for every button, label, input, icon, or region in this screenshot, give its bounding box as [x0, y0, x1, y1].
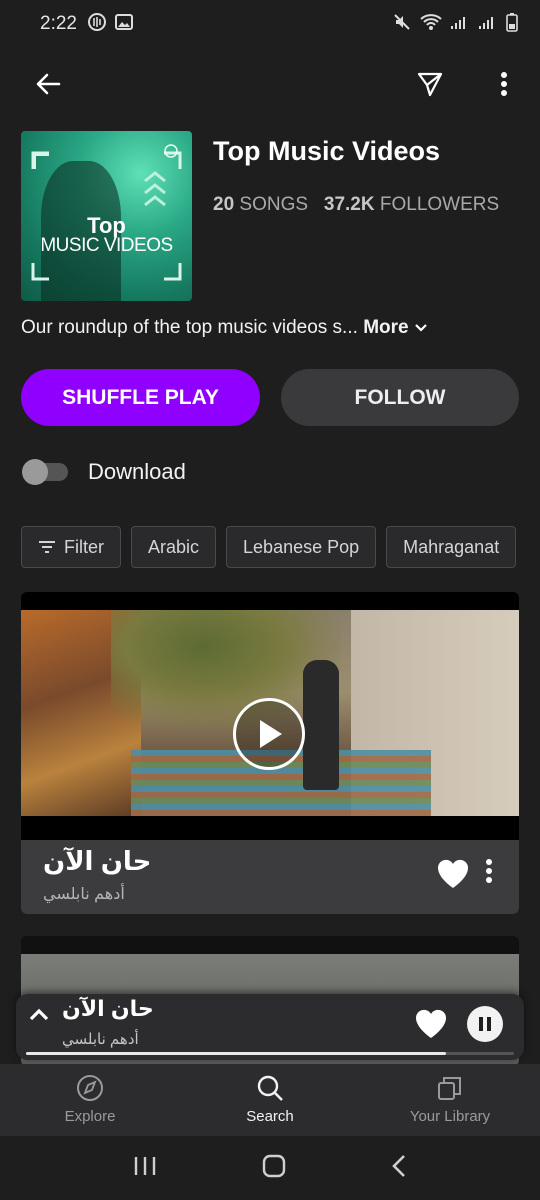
- send-icon: [417, 72, 443, 97]
- page-title: Top Music Videos: [213, 136, 441, 166]
- library-icon: [438, 1077, 461, 1100]
- download-label: Download: [88, 459, 186, 484]
- play-button[interactable]: [233, 698, 305, 770]
- songs-count: 20: [213, 194, 235, 215]
- playlist-description: Our roundup of the top music videos s...…: [21, 317, 428, 339]
- nav-search-label: Search: [246, 1108, 294, 1125]
- home-icon: [262, 1154, 286, 1177]
- song-more-button[interactable]: [485, 858, 493, 889]
- overflow-menu-button[interactable]: [486, 66, 522, 102]
- chip-mahraganat[interactable]: Mahraganat: [386, 526, 517, 568]
- chevron-down-icon: [415, 324, 427, 332]
- song-title: حان الآن: [43, 846, 152, 876]
- pause-button[interactable]: [467, 1006, 503, 1042]
- chip-lebanese-pop[interactable]: Lebanese Pop: [226, 526, 377, 568]
- download-row: Download: [22, 452, 186, 492]
- signal-icon: [450, 13, 470, 36]
- heart-icon: [437, 859, 469, 888]
- filter-icon: [39, 541, 55, 553]
- signal-icon-2: [478, 13, 498, 36]
- more-label: More: [363, 317, 409, 338]
- pause-icon: [479, 1017, 491, 1031]
- video-thumbnail[interactable]: [21, 610, 519, 816]
- followers-label: FOLLOWERS: [379, 194, 500, 215]
- more-vertical-icon: [501, 72, 507, 96]
- follow-button[interactable]: FOLLOW: [281, 369, 519, 426]
- status-bar: 2:22: [0, 0, 540, 48]
- nav-your-library[interactable]: Your Library: [360, 1064, 540, 1136]
- followers-count: 37.2K: [323, 194, 375, 215]
- filter-label: Filter: [64, 536, 104, 557]
- image-icon: [114, 13, 133, 36]
- like-button[interactable]: [436, 858, 470, 895]
- back-button[interactable]: [30, 66, 66, 102]
- bottom-navigation: Explore Search Your Library: [0, 1064, 540, 1136]
- more-link[interactable]: More: [363, 317, 428, 338]
- video-info: حان الآن أدهم نابلسي: [21, 840, 519, 914]
- chevron-left-icon: [392, 1154, 406, 1177]
- chip-arabic[interactable]: Arabic: [131, 526, 217, 568]
- video-card[interactable]: حان الآن أدهم نابلسي: [21, 592, 519, 914]
- home-button[interactable]: [262, 1154, 286, 1183]
- cover-title-sub: MUSIC VIDEOS: [40, 235, 173, 256]
- arrow-left-icon: [36, 73, 61, 95]
- mute-icon: [392, 12, 412, 37]
- play-icon: [260, 720, 282, 748]
- more-vertical-icon: [486, 859, 492, 883]
- song-artist: أدهم نابلسي: [43, 886, 125, 903]
- filter-chips: Filter Arabic Lebanese Pop Mahraganat: [21, 526, 517, 568]
- songs-label: SONGS: [239, 194, 309, 215]
- nav-your-library-label: Your Library: [409, 1108, 491, 1125]
- nav-search[interactable]: Search: [180, 1064, 360, 1136]
- share-button[interactable]: [412, 66, 448, 102]
- system-back-button[interactable]: [391, 1154, 407, 1183]
- mini-player-title: حان الآن: [62, 996, 154, 1021]
- nav-explore-label: Explore: [64, 1108, 116, 1125]
- playback-progress-fill: [26, 1052, 446, 1055]
- shuffle-play-button[interactable]: SHUFFLE PLAY: [21, 369, 260, 426]
- description-text: Our roundup of the top music videos s...: [21, 317, 358, 338]
- nav-explore[interactable]: Explore: [0, 1064, 180, 1136]
- expand-player-button[interactable]: [28, 1006, 50, 1027]
- compass-icon: [77, 1075, 103, 1101]
- download-toggle[interactable]: [22, 459, 68, 485]
- search-icon: [257, 1075, 283, 1101]
- playback-progress[interactable]: [26, 1052, 514, 1055]
- playlist-meta: 20 SONGS 37.2K FOLLOWERS: [213, 194, 499, 216]
- app-notification-icon: [87, 12, 107, 37]
- heart-icon: [415, 1009, 447, 1038]
- filter-button[interactable]: Filter: [21, 526, 121, 568]
- recent-apps-button[interactable]: [133, 1155, 157, 1182]
- playlist-cover: Top MUSIC VIDEOS: [21, 131, 192, 301]
- battery-icon: [506, 12, 518, 37]
- chevron-up-icon: [29, 1008, 49, 1021]
- mini-player[interactable]: حان الآن أدهم نابلسي: [16, 994, 524, 1060]
- system-navigation-bar: [0, 1136, 540, 1200]
- app-bar: [0, 56, 540, 112]
- recent-apps-icon: [134, 1156, 155, 1175]
- mini-player-artist: أدهم نابلسي: [62, 1031, 139, 1048]
- status-time: 2:22: [40, 13, 77, 34]
- wifi-icon: [420, 13, 442, 36]
- playlist-screen: 2:22 Top MUSIC VIDEOS Top Music Videos 2…: [0, 0, 540, 1200]
- mini-player-like-button[interactable]: [414, 1008, 448, 1045]
